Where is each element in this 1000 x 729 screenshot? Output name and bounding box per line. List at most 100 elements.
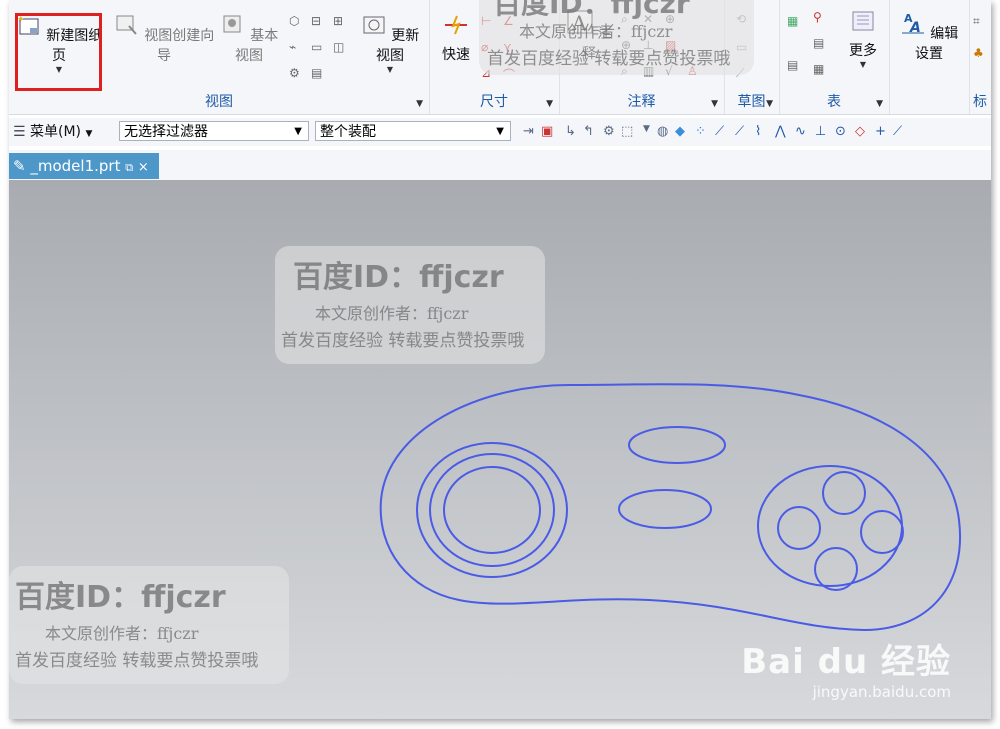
svg-text:A: A [909,20,921,34]
group-partial-label: 标 [973,94,987,110]
update-view-button[interactable]: 更新视图 ▼ [355,14,425,75]
snap-icon[interactable]: ↳ [565,124,576,139]
button-right [860,510,904,554]
button-cluster-outline [757,465,903,587]
view-wizard-icon [116,15,137,35]
group-menu-icon[interactable]: ▼ [416,99,423,109]
body-select-icon[interactable]: ◍ [657,124,668,139]
solid-icon[interactable]: ◆ [675,124,685,139]
end-point-icon[interactable]: ⟋ [715,124,724,139]
mid-point-icon[interactable]: ⟋ [735,124,744,139]
ribbon-group-settings: A A 编辑设置 [889,0,970,114]
chevron-down-icon: ▼ [294,126,302,137]
auto-balloon-icon[interactable]: ▤ [787,58,798,72]
curve-point-icon[interactable]: ∿ [795,124,806,139]
button-bottom [814,547,858,591]
highlight-box [15,13,102,91]
more-button[interactable]: 更多 ▼ [841,10,885,70]
group-dimension-label: 尺寸 [480,94,508,110]
group-menu-icon[interactable]: ▼ [766,99,773,109]
group-annotation-label: 注释 [627,94,656,110]
view-wizard-label: 视图创建向导 [144,28,215,64]
watermark-notice: 首发百度经验 转载要点赞投票哦 [15,651,259,671]
assembly-scope-value: 整个装配 [320,124,376,140]
watermark-id: 百度ID：ffjczr [293,260,504,295]
assembly-scope-select[interactable]: 整个装配 ▼ [315,121,511,141]
watermark-stamp-top: 百度ID：ffjczr 本文原创作者：ffjczr 首发百度经验 转载要点赞投票… [479,0,754,75]
auxiliary-view-icon[interactable]: ◫ [333,40,344,54]
drawing-icon: ✎ [13,157,26,175]
group-menu-icon[interactable]: ▼ [876,99,883,109]
perpendicular-icon[interactable]: ⊥ [815,124,826,139]
edit-settings-button[interactable]: A A 编辑设置 [893,10,965,63]
group-menu-icon[interactable]: ▼ [546,99,553,109]
gamepad-outline [379,383,962,632]
parts-list-icon[interactable]: ▦ [787,14,798,28]
palette-icon[interactable]: ♣ [973,46,984,60]
group-menu-icon[interactable]: ▼ [711,99,718,109]
hole-table-icon[interactable]: ▦ [813,62,824,76]
broken-out-icon[interactable]: ▭ [311,40,322,54]
existing-point-icon[interactable]: + [875,124,886,139]
menu-button[interactable]: ☰ 菜单(M) ▼ [13,121,92,143]
more-label: 更多 [849,43,877,59]
view-table-icon[interactable]: ▤ [311,66,322,80]
display-view-icon[interactable]: ⚙ [289,66,300,80]
standard-icon[interactable]: ⌗ [973,14,980,29]
dpad-outer-ring [416,442,568,578]
quick-label: 快速 [442,47,470,63]
dpad-inner-ring [429,453,555,567]
chevron-down-icon[interactable]: ▼ [643,124,650,134]
section-view-icon[interactable]: ⊟ [311,14,321,28]
tab-model1[interactable]: ✎ _model1.prt ⧉ × [9,153,159,179]
table-cell-icon[interactable]: ▤ [813,36,824,50]
break-view-icon[interactable]: ⌁ [289,40,296,54]
curve-rule-icon[interactable]: ↰ [583,124,594,139]
ribbon-group-table: ▦ ⚲ ▤ ▤ ▦ 更多 ▼ 表 ▼ [779,0,890,114]
dpad-center [443,466,541,554]
detach-icon[interactable]: ⧉ [125,161,133,174]
app-window: ✦ 新建图纸页 ▼ 视图创建向导 基本视图 ⬡ ⊟ ⊞ ⌁ ▭ ◫ ⚙ ▤ 更新… [9,0,991,719]
quick-dimension-icon [445,15,467,35]
menu-label: 菜单(M) [30,124,82,140]
chevron-down-icon[interactable]: ▼ [841,60,885,70]
watermark-notice: 首发百度经验 转载要点赞投票哦 [487,49,731,69]
baidu-jingyan-logo: Bai du 经验 jingyan.baidu.com [741,634,951,701]
pointer-icon[interactable]: ⇥ [523,124,534,139]
watermark-author: 本文原创作者：ffjczr [315,304,469,323]
bottom-center-button [618,489,712,529]
baidu-url: jingyan.baidu.com [812,683,951,701]
button-left [777,506,821,550]
arc-center-icon[interactable]: ⊙ [835,124,846,139]
view-wizard-button[interactable]: 视图创建向导 [111,14,217,65]
type-filter-icon[interactable]: ▣ [541,124,553,139]
tabular-note-icon[interactable]: ⚲ [813,10,822,24]
base-view-button[interactable]: 基本视图 [214,14,284,65]
group-view-label: 视图 [205,94,233,110]
update-view-icon [363,16,385,34]
intersection-icon[interactable]: ⋀ [775,124,786,139]
projected-view-icon[interactable]: ⬡ [289,14,299,28]
menu-icon: ☰ [13,124,26,140]
selection-filter-select[interactable]: 无选择过滤器 ▼ [119,121,309,141]
chevron-down-icon[interactable]: ▼ [355,65,425,75]
close-icon[interactable]: × [138,160,149,175]
more-icon [852,11,874,31]
snap-points-icon[interactable]: ⁘ [695,124,706,139]
quick-dimension-button[interactable]: 快速 [435,14,477,64]
tab-label: _model1.prt [30,157,121,175]
baidu-logo-text: Bai du 经验 [741,642,951,682]
watermark-notice: 首发百度经验 转载要点赞投票哦 [281,331,525,351]
document-tab-bar: ✎ _model1.prt ⧉ × [9,150,991,181]
button-top [822,471,866,515]
control-point-icon[interactable]: ⌇ [755,124,761,139]
watermark-stamp: 百度ID：ffjczr 本文原创作者：ffjczr 首发百度经验 转载要点赞投票… [275,246,545,364]
quadrant-icon[interactable]: ◇ [855,124,865,139]
box-select-icon[interactable]: ⬚ [621,124,633,139]
ribbon-group-partial: ⌗ ♣ 标 [969,0,991,114]
detail-view-icon[interactable]: ⊞ [333,14,343,28]
select-feature-icon[interactable]: ⚙ [603,124,615,139]
watermark-id: 百度ID：ffjczr [15,580,226,615]
graphics-canvas[interactable]: 百度ID：ffjczr 本文原创作者：ffjczr 首发百度经验 转载要点赞投票… [9,180,991,719]
point-on-curve-icon[interactable]: ⟋ [893,124,902,139]
